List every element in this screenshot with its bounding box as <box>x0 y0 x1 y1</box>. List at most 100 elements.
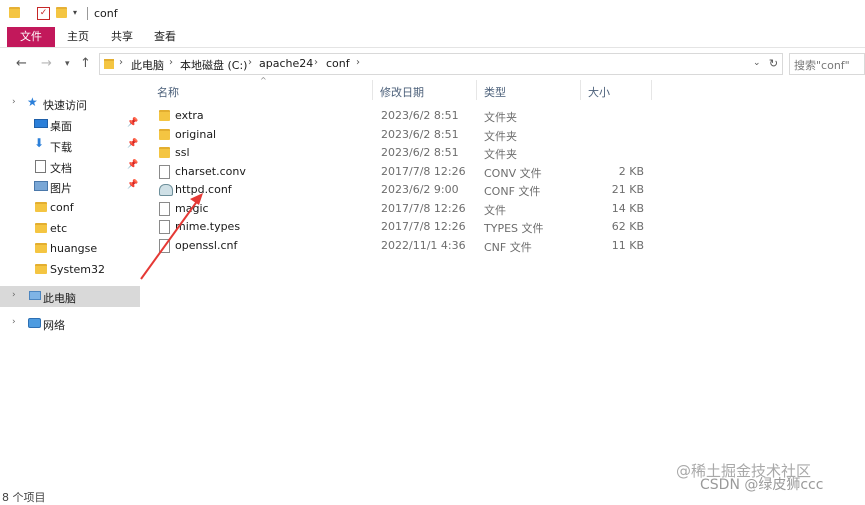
file-row[interactable]: magic 2017/7/8 12:26 文件 14 KB <box>152 200 652 218</box>
back-arrow-icon[interactable]: ← <box>16 56 27 71</box>
title-bar: ✓ ▾ conf <box>0 0 865 27</box>
sidebar-item-etc[interactable]: etc <box>0 218 140 239</box>
file-row[interactable]: mime.types 2017/7/8 12:26 TYPES 文件 62 KB <box>152 218 652 236</box>
window-title: conf <box>94 7 118 20</box>
pin-icon[interactable]: 📌 <box>127 160 138 170</box>
file-date: 2023/6/2 8:51 <box>381 109 459 122</box>
folder-icon <box>35 264 47 274</box>
pin-icon[interactable]: 📌 <box>127 180 138 190</box>
chevron-right-icon[interactable]: › <box>12 290 16 300</box>
forward-arrow-icon[interactable]: → <box>41 56 52 71</box>
breadcrumb-local-disk[interactable]: 本地磁盘 (C:) <box>180 57 247 73</box>
breadcrumb-separator: › <box>169 57 173 68</box>
sort-ascending-icon: ^ <box>260 76 267 85</box>
column-divider[interactable] <box>580 80 581 100</box>
sidebar-item-label: 图片 <box>50 182 72 195</box>
column-header-size[interactable]: 大小 <box>588 84 610 100</box>
column-header-modified[interactable]: 修改日期 <box>380 84 424 100</box>
file-row[interactable]: extra 2023/6/2 8:51 文件夹 <box>152 107 652 125</box>
conf-file-icon <box>159 184 173 196</box>
chevron-right-icon[interactable]: › <box>12 97 16 107</box>
file-name: mime.types <box>175 220 241 233</box>
sidebar-item-label: conf <box>50 201 74 214</box>
chevron-right-icon[interactable]: › <box>12 317 16 327</box>
breadcrumb-apache24[interactable]: apache24 <box>259 57 313 70</box>
customize-toolbar-chevron-icon[interactable]: ▾ <box>73 8 85 20</box>
sidebar-item-label: etc <box>50 222 68 235</box>
sidebar-item-pictures[interactable]: 图片 📌 <box>0 176 140 197</box>
file-name: magic <box>175 202 209 215</box>
breadcrumb-this-pc[interactable]: 此电脑 <box>131 57 164 73</box>
column-header-type[interactable]: 类型 <box>484 84 506 100</box>
file-size: 11 KB <box>611 239 644 252</box>
address-bar[interactable]: › 此电脑 › 本地磁盘 (C:) › apache24 › conf › ⌄ <box>99 53 766 75</box>
column-header-name[interactable]: 名称 <box>157 84 179 100</box>
tab-home[interactable]: 主页 <box>65 27 91 47</box>
sidebar-item-downloads[interactable]: ⬇ 下载 📌 <box>0 135 140 156</box>
properties-check-icon[interactable]: ✓ <box>37 7 50 20</box>
file-icon <box>159 239 170 253</box>
file-size: 14 KB <box>611 202 644 215</box>
file-date: 2023/6/2 8:51 <box>381 128 459 141</box>
sidebar-item-conf[interactable]: conf <box>0 197 140 218</box>
pin-icon[interactable]: 📌 <box>127 118 138 128</box>
folder-icon <box>35 223 47 233</box>
folder-icon <box>159 147 170 158</box>
folder-icon <box>159 129 170 140</box>
computer-icon <box>29 291 41 300</box>
document-icon <box>35 160 46 173</box>
file-row[interactable]: openssl.cnf 2022/11/1 4:36 CNF 文件 11 KB <box>152 237 652 255</box>
file-row[interactable]: charset.conv 2017/7/8 12:26 CONV 文件 2 KB <box>152 163 652 181</box>
file-type: TYPES 文件 <box>484 222 544 235</box>
file-type: CONV 文件 <box>484 167 542 180</box>
sidebar-item-huangse[interactable]: huangse <box>0 238 140 259</box>
up-arrow-icon[interactable]: ↑ <box>80 56 91 71</box>
file-size: 21 KB <box>611 183 644 196</box>
search-input[interactable]: 搜索"conf" <box>789 53 865 75</box>
folder-icon <box>104 59 114 69</box>
tab-file[interactable]: 文件 <box>7 27 55 47</box>
divider <box>87 7 88 20</box>
file-type: 文件夹 <box>484 148 517 161</box>
refresh-icon[interactable]: ↻ <box>765 53 783 75</box>
file-icon <box>159 202 170 216</box>
column-divider[interactable] <box>372 80 373 100</box>
watermark-text: CSDN @绿皮狮ccc <box>700 477 824 493</box>
address-history-chevron-icon[interactable]: ⌄ <box>753 58 761 68</box>
column-divider[interactable] <box>476 80 477 100</box>
sidebar-item-this-pc[interactable]: › 此电脑 <box>0 286 140 307</box>
tab-view[interactable]: 查看 <box>152 27 178 47</box>
file-name: ssl <box>175 146 190 159</box>
file-icon <box>159 165 170 179</box>
sidebar-item-label: huangse <box>50 242 98 255</box>
file-date: 2017/7/8 12:26 <box>381 165 466 178</box>
breadcrumb-separator: › <box>314 57 318 68</box>
picture-icon <box>34 181 48 191</box>
folder-icon[interactable] <box>9 7 21 19</box>
sidebar-item-label: 桌面 <box>50 120 72 133</box>
file-date: 2023/6/2 9:00 <box>381 183 459 196</box>
file-row[interactable]: original 2023/6/2 8:51 文件夹 <box>152 126 652 144</box>
file-row[interactable]: ssl 2023/6/2 8:51 文件夹 <box>152 144 652 162</box>
breadcrumb-conf[interactable]: conf <box>326 57 350 70</box>
sidebar-item-desktop[interactable]: 桌面 📌 <box>0 114 140 135</box>
navigation-pane: › ★ 快速访问 桌面 📌 ⬇ 下载 📌 文档 📌 图片 📌 conf etc … <box>0 80 140 499</box>
pin-icon[interactable]: 📌 <box>127 139 138 149</box>
sidebar-item-quick-access[interactable]: › ★ 快速访问 <box>0 93 140 114</box>
sidebar-item-label: 下载 <box>50 141 72 154</box>
new-folder-icon[interactable] <box>56 7 68 19</box>
file-row[interactable]: httpd.conf 2023/6/2 9:00 CONF 文件 21 KB <box>152 181 652 199</box>
recent-locations-chevron-icon[interactable]: ▾ <box>65 59 70 69</box>
status-item-count: 8 个项目 <box>2 491 46 504</box>
file-date: 2017/7/8 12:26 <box>381 220 466 233</box>
file-size: 2 KB <box>618 165 644 178</box>
file-type: 文件夹 <box>484 130 517 143</box>
sidebar-item-network[interactable]: › 网络 <box>0 313 140 334</box>
sidebar-item-documents[interactable]: 文档 📌 <box>0 156 140 177</box>
folder-icon <box>35 243 47 253</box>
sidebar-item-label: 此电脑 <box>43 292 76 305</box>
tab-share[interactable]: 共享 <box>109 27 135 47</box>
column-divider[interactable] <box>651 80 652 100</box>
breadcrumb-separator: › <box>356 57 360 68</box>
sidebar-item-system32[interactable]: System32 <box>0 259 140 280</box>
